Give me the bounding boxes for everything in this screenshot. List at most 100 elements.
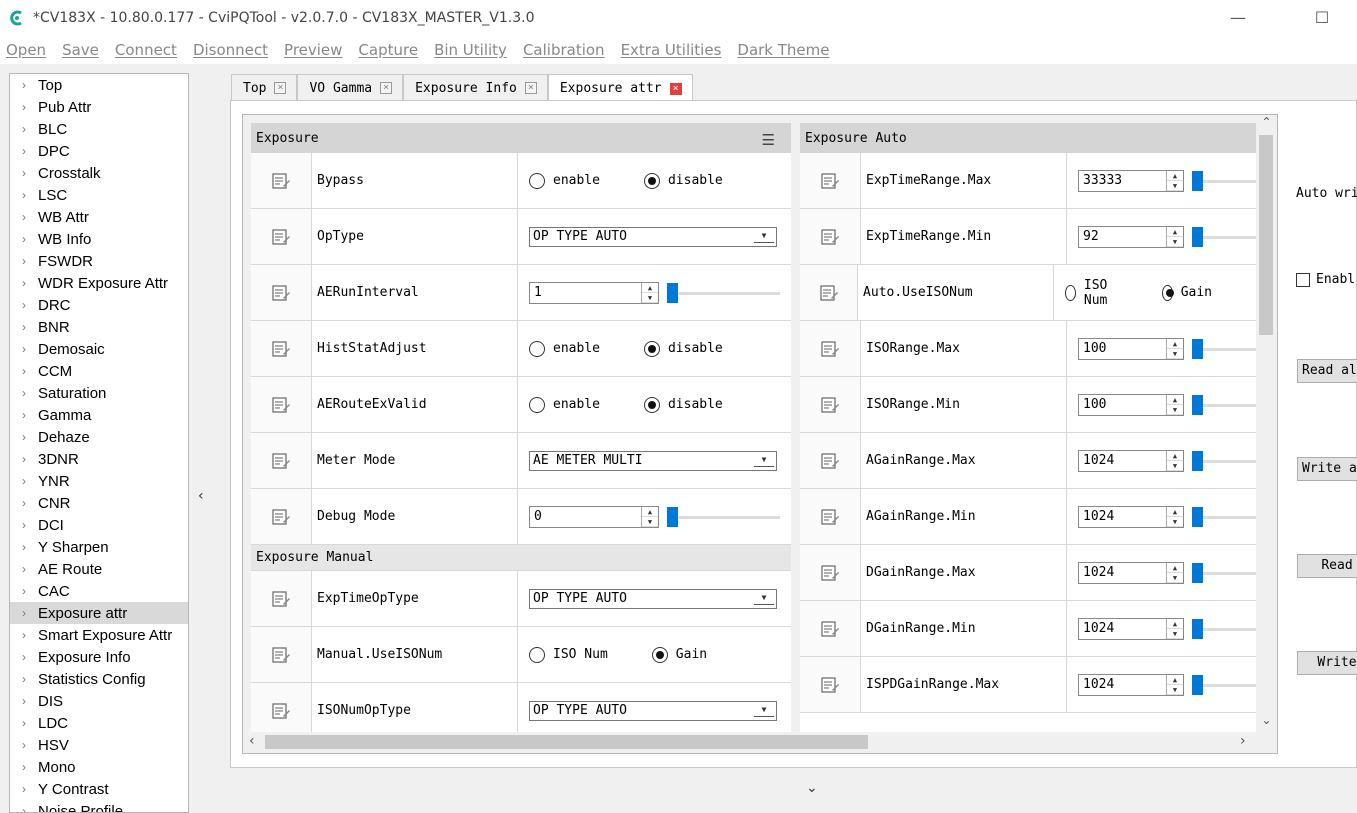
scroll-left-icon[interactable]: ‹ xyxy=(249,733,255,749)
list-icon[interactable]: ☰ xyxy=(762,131,775,149)
write-all-button[interactable]: Write al xyxy=(1297,457,1357,481)
param-spinbox[interactable]: 1024▲▼ xyxy=(1078,674,1184,696)
close-icon[interactable]: × xyxy=(274,82,286,94)
param-combobox[interactable]: OP TYPE AUTO▼ xyxy=(529,227,777,247)
param-spinbox[interactable]: 1024▲▼ xyxy=(1078,506,1184,528)
menu-extra-utilities[interactable]: Extra Utilities xyxy=(621,41,722,59)
spin-up-icon[interactable]: ▲ xyxy=(1167,675,1183,685)
menu-connect[interactable]: Connect xyxy=(115,41,177,59)
chevron-right-icon[interactable]: › xyxy=(10,144,38,158)
edit-cell[interactable] xyxy=(800,545,861,600)
edit-note-icon[interactable] xyxy=(271,284,291,302)
chevron-right-icon[interactable]: › xyxy=(10,122,38,136)
radio-disable[interactable] xyxy=(644,173,660,189)
sidebar-item-3dnr[interactable]: ›3DNR xyxy=(10,448,188,470)
edit-cell[interactable] xyxy=(251,433,312,488)
sidebar-item-wb-attr[interactable]: ›WB Attr xyxy=(10,206,188,228)
chevron-right-icon[interactable]: › xyxy=(10,78,38,92)
edit-cell[interactable] xyxy=(251,683,312,738)
radio-gain[interactable] xyxy=(1162,285,1173,301)
spin-down-icon[interactable]: ▼ xyxy=(1167,349,1183,359)
scroll-down-icon[interactable]: ⌄ xyxy=(1256,713,1277,727)
menu-bin-utility[interactable]: Bin Utility xyxy=(434,41,507,59)
edit-note-icon[interactable] xyxy=(819,284,839,302)
spin-down-icon[interactable]: ▼ xyxy=(1167,461,1183,471)
chevron-right-icon[interactable]: › xyxy=(10,320,38,334)
radio-label-enable[interactable]: enable xyxy=(553,173,600,188)
radio-label-iso-num[interactable]: ISO Num xyxy=(1084,278,1118,308)
edit-cell[interactable] xyxy=(251,489,312,544)
edit-cell[interactable] xyxy=(800,657,861,712)
edit-note-icon[interactable] xyxy=(820,508,840,526)
chevron-right-icon[interactable]: › xyxy=(10,100,38,114)
sidebar-item-cnr[interactable]: ›CNR xyxy=(10,492,188,514)
chevron-right-icon[interactable]: › xyxy=(10,518,38,532)
chevron-right-icon[interactable]: › xyxy=(10,782,38,796)
sidebar-item-saturation[interactable]: ›Saturation xyxy=(10,382,188,404)
slider-handle[interactable] xyxy=(1192,171,1203,191)
sidebar-item-pub-attr[interactable]: ›Pub Attr xyxy=(10,96,188,118)
sidebar-item-ae-route[interactable]: ›AE Route xyxy=(10,558,188,580)
sidebar-item-dehaze[interactable]: ›Dehaze xyxy=(10,426,188,448)
spinbox-buttons[interactable]: ▲▼ xyxy=(1166,395,1183,415)
spin-down-icon[interactable]: ▼ xyxy=(1167,517,1183,527)
chevron-right-icon[interactable]: › xyxy=(10,188,38,202)
radio-enable[interactable] xyxy=(529,341,545,357)
close-icon[interactable]: × xyxy=(670,83,682,95)
edit-note-icon[interactable] xyxy=(820,676,840,694)
edit-cell[interactable] xyxy=(251,377,312,432)
chevron-right-icon[interactable]: › xyxy=(10,562,38,576)
param-slider[interactable] xyxy=(1192,507,1256,527)
edit-note-icon[interactable] xyxy=(820,396,840,414)
read-button[interactable]: Read xyxy=(1297,554,1357,578)
param-slider[interactable] xyxy=(1192,563,1256,583)
edit-note-icon[interactable] xyxy=(271,508,291,526)
chevron-right-icon[interactable]: › xyxy=(10,738,38,752)
slider-handle[interactable] xyxy=(1192,675,1203,695)
edit-note-icon[interactable] xyxy=(820,452,840,470)
spin-up-icon[interactable]: ▲ xyxy=(1167,227,1183,237)
spin-down-icon[interactable]: ▼ xyxy=(1167,405,1183,415)
radio-label-gain[interactable]: Gain xyxy=(1181,285,1212,300)
sidebar-item-ynr[interactable]: ›YNR xyxy=(10,470,188,492)
chevron-right-icon[interactable]: › xyxy=(10,540,38,554)
maximize-button[interactable]: ☐ xyxy=(1310,6,1334,30)
edit-cell[interactable] xyxy=(800,601,861,656)
slider-handle[interactable] xyxy=(1192,619,1203,639)
chevron-right-icon[interactable]: › xyxy=(10,276,38,290)
edit-note-icon[interactable] xyxy=(820,620,840,638)
menu-dark-theme[interactable]: Dark Theme xyxy=(737,41,829,59)
edit-note-icon[interactable] xyxy=(820,172,840,190)
chevron-right-icon[interactable]: › xyxy=(10,364,38,378)
dropdown-arrow-icon[interactable]: ▼ xyxy=(754,593,774,605)
sidebar-item-ldc[interactable]: ›LDC xyxy=(10,712,188,734)
chevron-right-icon[interactable]: › xyxy=(10,650,38,664)
chevron-right-icon[interactable]: › xyxy=(10,430,38,444)
param-slider[interactable] xyxy=(1192,451,1256,471)
tab-exposure-info[interactable]: Exposure Info× xyxy=(403,74,548,101)
sidebar-item-bnr[interactable]: ›BNR xyxy=(10,316,188,338)
chevron-right-icon[interactable]: › xyxy=(10,694,38,708)
menu-preview[interactable]: Preview xyxy=(284,41,342,59)
scroll-right-icon[interactable]: › xyxy=(1240,733,1246,749)
sidebar-item-drc[interactable]: ›DRC xyxy=(10,294,188,316)
spin-up-icon[interactable]: ▲ xyxy=(1167,563,1183,573)
chevron-right-icon[interactable]: › xyxy=(10,804,38,813)
spin-up-icon[interactable]: ▲ xyxy=(642,283,658,293)
spin-down-icon[interactable]: ▼ xyxy=(1167,629,1183,639)
sidebar-item-exposure-attr[interactable]: ›Exposure attr xyxy=(10,602,188,624)
chevron-right-icon[interactable]: › xyxy=(10,166,38,180)
chevron-right-icon[interactable]: › xyxy=(10,232,38,246)
sidebar-item-crosstalk[interactable]: ›Crosstalk xyxy=(10,162,188,184)
radio-label-disable[interactable]: disable xyxy=(668,173,723,188)
sidebar-item-y-sharpen[interactable]: ›Y Sharpen xyxy=(10,536,188,558)
spin-down-icon[interactable]: ▼ xyxy=(1167,573,1183,583)
chevron-right-icon[interactable]: › xyxy=(10,408,38,422)
slider-handle[interactable] xyxy=(1192,339,1203,359)
param-spinbox[interactable]: 100▲▼ xyxy=(1078,338,1184,360)
tab-vo-gamma[interactable]: VO Gamma× xyxy=(297,74,403,101)
spinbox-buttons[interactable]: ▲▼ xyxy=(1166,451,1183,471)
param-slider[interactable] xyxy=(667,283,780,303)
edit-note-icon[interactable] xyxy=(271,172,291,190)
chevron-right-icon[interactable]: › xyxy=(10,716,38,730)
